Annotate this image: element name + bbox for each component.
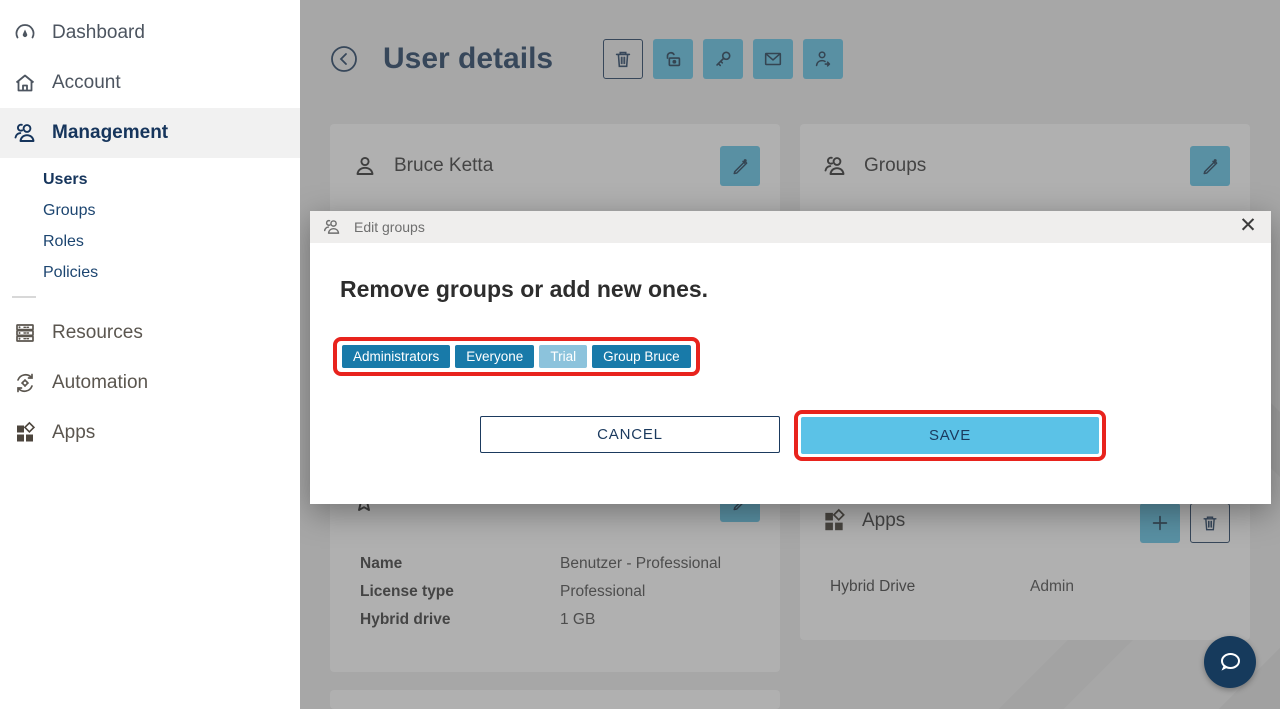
sidebar-item-management[interactable]: Management xyxy=(0,108,300,158)
annotation-rect-chips: Administrators Everyone Trial Group Bruc… xyxy=(333,337,700,376)
sidebar-item-groups[interactable]: Groups xyxy=(43,195,300,226)
chat-bubble-icon xyxy=(1215,647,1245,677)
home-icon xyxy=(12,70,38,96)
save-button[interactable]: SAVE xyxy=(801,417,1099,454)
users-icon xyxy=(322,217,342,237)
modal-header: Edit groups ✕ xyxy=(310,211,1271,243)
sidebar-item-roles[interactable]: Roles xyxy=(43,226,300,257)
automation-icon xyxy=(12,370,38,396)
sidebar-item-policies[interactable]: Policies xyxy=(43,257,300,288)
sidebar-item-automation[interactable]: Automation xyxy=(0,358,300,408)
group-chip-everyone[interactable]: Everyone xyxy=(455,345,534,368)
sidebar-item-label: Apps xyxy=(52,422,95,444)
sidebar-item-label: Management xyxy=(52,122,168,144)
sidebar-item-account[interactable]: Account xyxy=(0,58,300,108)
edit-groups-modal: Edit groups ✕ Remove groups or add new o… xyxy=(310,211,1271,504)
sidebar-item-users[interactable]: Users xyxy=(43,164,300,195)
annotation-rect-save: SAVE xyxy=(794,410,1106,461)
sidebar-item-label: Automation xyxy=(52,372,148,394)
chat-widget-button[interactable] xyxy=(1204,636,1256,688)
sidebar-item-label: Dashboard xyxy=(52,22,145,44)
modal-title-label: Edit groups xyxy=(354,219,1237,235)
modal-prompt: Remove groups or add new ones. xyxy=(340,276,708,303)
group-chip-administrators[interactable]: Administrators xyxy=(342,345,450,368)
management-submenu: Users Groups Roles Policies xyxy=(0,158,300,288)
group-chip-trial[interactable]: Trial xyxy=(539,345,587,368)
apps-icon xyxy=(12,420,38,446)
server-icon xyxy=(12,320,38,346)
gauge-icon xyxy=(12,20,38,46)
sidebar-item-dashboard[interactable]: Dashboard xyxy=(0,8,300,58)
close-icon[interactable]: ✕ xyxy=(1237,216,1259,238)
cancel-button[interactable]: CANCEL xyxy=(480,416,780,453)
sidebar-item-label: Account xyxy=(52,72,121,94)
sidebar: Dashboard Account Management Users Group… xyxy=(0,0,300,709)
group-chip-group-bruce[interactable]: Group Bruce xyxy=(592,345,691,368)
sidebar-item-resources[interactable]: Resources xyxy=(0,308,300,358)
users-icon xyxy=(12,120,38,146)
sidebar-item-apps[interactable]: Apps xyxy=(0,408,300,458)
sidebar-item-label: Resources xyxy=(52,322,143,344)
sidebar-divider xyxy=(12,296,36,298)
